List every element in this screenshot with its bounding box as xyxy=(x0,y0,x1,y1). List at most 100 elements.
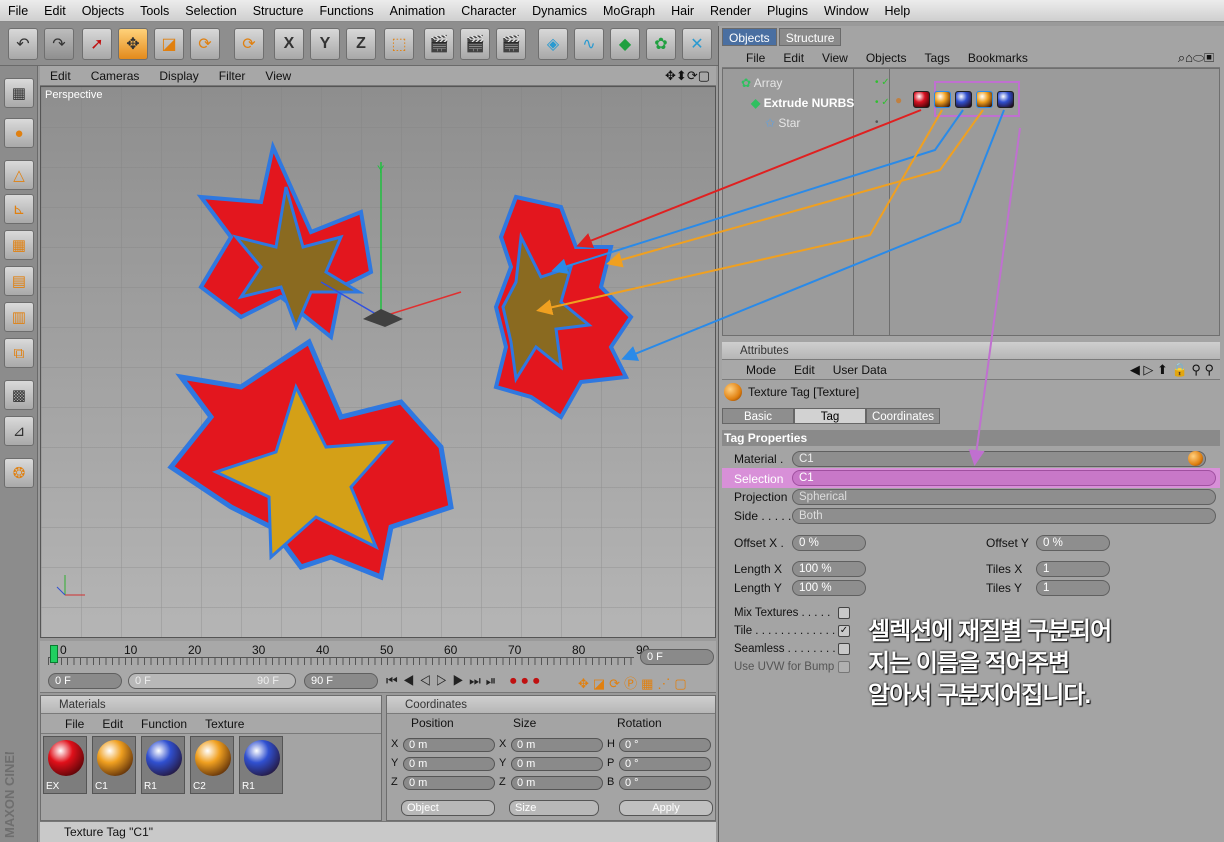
viewport-menu-edit[interactable]: Edit xyxy=(40,69,81,83)
tab-basic[interactable]: Basic xyxy=(722,408,794,424)
selection-field[interactable]: C1 xyxy=(792,470,1216,486)
coordinate-field[interactable]: 0 ° xyxy=(619,757,711,771)
menu-mograph[interactable]: MoGraph xyxy=(595,0,663,22)
mix-textures-checkbox[interactable] xyxy=(838,607,850,619)
search-icon[interactable]: ⌕⌂⬭▣ xyxy=(1178,50,1220,66)
viewport-menu-display[interactable]: Display xyxy=(149,69,208,83)
menu-plugins[interactable]: Plugins xyxy=(759,0,816,22)
coordinate-field[interactable]: 0 m xyxy=(511,776,603,790)
menu-animation[interactable]: Animation xyxy=(382,0,454,22)
add-cube-button[interactable]: ◈ xyxy=(538,28,568,60)
current-frame-field[interactable]: 0 F xyxy=(640,649,714,665)
seamless-checkbox[interactable] xyxy=(838,643,850,655)
coordinate-field[interactable]: 0 m xyxy=(403,757,495,771)
viewport-nav-icons[interactable]: ✥⬍⟳▢ xyxy=(665,68,716,84)
viewport-perspective[interactable]: Y Perspective xyxy=(40,86,716,638)
material-thumbnail[interactable]: C1 xyxy=(92,736,136,794)
uvw-bump-checkbox[interactable] xyxy=(838,661,850,673)
visibility-dot-star[interactable]: • xyxy=(875,117,879,128)
menu-objects[interactable]: Objects xyxy=(74,0,132,22)
visibility-check-extrude[interactable]: • ✓ xyxy=(875,97,890,108)
menu-functions[interactable]: Functions xyxy=(311,0,381,22)
materials-menu-file[interactable]: File xyxy=(41,717,93,731)
size-mode-select[interactable]: Size xyxy=(509,800,599,816)
add-deformer-button[interactable]: ✕ xyxy=(682,28,712,60)
attributes-menu-mode[interactable]: Mode xyxy=(722,363,785,377)
coordinate-field[interactable]: 0 m xyxy=(511,738,603,752)
add-array-button[interactable]: ✿ xyxy=(646,28,676,60)
start-frame-field[interactable]: 0 F xyxy=(48,673,122,689)
tiles-x-field[interactable]: 1 xyxy=(1036,561,1110,577)
tiles-y-field[interactable]: 1 xyxy=(1036,580,1110,596)
rotate-tool-button[interactable]: ⟳ xyxy=(190,28,220,60)
menu-file[interactable]: File xyxy=(0,0,36,22)
live-selection-button[interactable]: ➚ xyxy=(82,28,112,60)
materials-menu-function[interactable]: Function xyxy=(132,717,196,731)
viewport-menu-cameras[interactable]: Cameras xyxy=(81,69,150,83)
points-mode-button[interactable]: △ xyxy=(4,160,34,190)
texture-tag-icon[interactable] xyxy=(913,91,930,108)
material-thumbnail[interactable]: EX xyxy=(43,736,87,794)
keyframe-controls[interactable]: ✥◪⟳Ⓟ▦⋰▢ xyxy=(578,673,691,692)
materials-menu-edit[interactable]: Edit xyxy=(93,717,132,731)
objects-menu-objects[interactable]: Objects xyxy=(857,51,916,65)
texture-tag-icon[interactable] xyxy=(976,91,993,108)
objects-menu-bookmarks[interactable]: Bookmarks xyxy=(959,51,1037,65)
coordinate-field[interactable]: 0 m xyxy=(403,776,495,790)
timeline-ruler[interactable] xyxy=(48,657,634,665)
render-settings-button[interactable]: 🎬 xyxy=(496,28,526,60)
coordinate-system-button[interactable]: ⬚ xyxy=(384,28,414,60)
object-axis-button[interactable]: ⧉ xyxy=(4,338,34,368)
length-x-field[interactable]: 100 % xyxy=(792,561,866,577)
material-link-field[interactable]: C1 xyxy=(792,451,1206,467)
menu-window[interactable]: Window xyxy=(816,0,876,22)
move-tool-button[interactable]: ✥ xyxy=(118,28,148,60)
playback-controls[interactable]: ⏮◀◁▷▶⏭⏯ xyxy=(386,673,501,689)
end-frame-field[interactable]: 90 F xyxy=(304,673,378,689)
polygons-mode-button[interactable]: ▦ xyxy=(4,230,34,260)
model-mode-button[interactable]: ● xyxy=(4,118,34,148)
side-select[interactable]: Both xyxy=(792,508,1216,524)
uv-polygons-button[interactable]: ▥ xyxy=(4,302,34,332)
undo-button[interactable]: ↶ xyxy=(8,28,38,60)
texture-tag-icon[interactable] xyxy=(955,91,972,108)
preview-range-slider[interactable]: 0 F 90 F xyxy=(128,673,296,689)
material-thumbnail[interactable]: R1 xyxy=(141,736,185,794)
coordinate-field[interactable]: 0 m xyxy=(403,738,495,752)
attributes-menu-edit[interactable]: Edit xyxy=(785,363,824,377)
menu-hair[interactable]: Hair xyxy=(663,0,702,22)
material-thumbnail[interactable]: C2 xyxy=(190,736,234,794)
coordinate-field[interactable]: 0 ° xyxy=(619,776,711,790)
offset-y-field[interactable]: 0 % xyxy=(1036,535,1110,551)
z-axis-button[interactable]: Z xyxy=(346,28,376,60)
record-controls[interactable]: ⏺⏺⏺ xyxy=(510,673,545,689)
recent-tools-button[interactable]: ⟳ xyxy=(234,28,264,60)
material-thumbnail[interactable]: R1 xyxy=(239,736,283,794)
menu-tools[interactable]: Tools xyxy=(132,0,177,22)
objects-menu-file[interactable]: File xyxy=(722,51,774,65)
objects-menu-tags[interactable]: Tags xyxy=(916,51,959,65)
render-picture-viewer-button[interactable]: 🎬 xyxy=(460,28,490,60)
apply-button[interactable]: Apply xyxy=(619,800,713,816)
projection-select[interactable]: Spherical xyxy=(792,489,1216,505)
menu-selection[interactable]: Selection xyxy=(177,0,244,22)
menu-character[interactable]: Character xyxy=(453,0,524,22)
tab-objects[interactable]: Objects xyxy=(722,28,777,46)
menu-structure[interactable]: Structure xyxy=(245,0,312,22)
attributes-menu-userdata[interactable]: User Data xyxy=(824,363,896,377)
add-nurbs-button[interactable]: ◆ xyxy=(610,28,640,60)
menu-render[interactable]: Render xyxy=(702,0,759,22)
tile-checkbox[interactable]: ✓ xyxy=(838,625,850,637)
materials-menu-texture[interactable]: Texture xyxy=(196,717,253,731)
tab-structure[interactable]: Structure xyxy=(778,28,842,46)
redo-button[interactable]: ↷ xyxy=(44,28,74,60)
objects-menu-view[interactable]: View xyxy=(813,51,857,65)
timeline[interactable]: 0102030405060708090 0 F xyxy=(40,641,716,671)
sculpt-button[interactable]: ❂ xyxy=(4,458,34,488)
render-view-button[interactable]: 🎬 xyxy=(424,28,454,60)
x-axis-button[interactable]: X xyxy=(274,28,304,60)
uv-points-button[interactable]: ▤ xyxy=(4,266,34,296)
add-spline-button[interactable]: ∿ xyxy=(574,28,604,60)
menu-help[interactable]: Help xyxy=(877,0,919,22)
layout-button[interactable]: ▦ xyxy=(4,78,34,108)
